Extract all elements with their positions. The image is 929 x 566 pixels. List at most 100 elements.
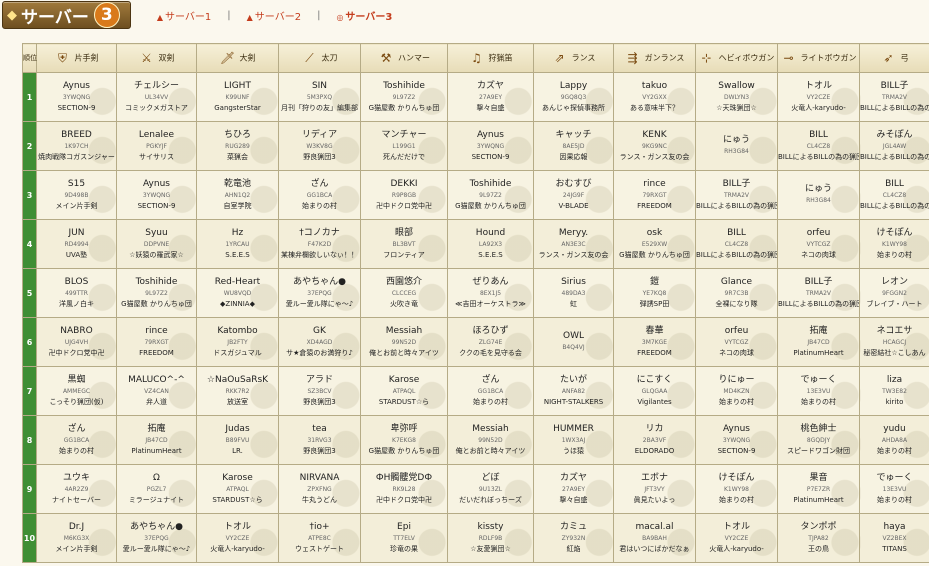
ranking-cell[interactable]: エボナ JFT3VY 眞見たいよっ — [613, 464, 696, 514]
ranking-cell[interactable]: takuo VY2GXX ある意味半下？ — [613, 72, 696, 122]
ranking-cell[interactable]: けそぽん K1WY98 始まりの村 — [695, 464, 778, 514]
ranking-cell[interactable]: ほろひず ZLG74E ククの毛を見守る会 — [447, 317, 534, 367]
ranking-cell[interactable]: KENK 9KG9NC ランス・ガンス友の会 — [613, 121, 696, 171]
ranking-cell[interactable]: ちひろ RUG289 菜猟会 — [196, 121, 279, 171]
ranking-cell[interactable]: Lenalee PGKYJF サイサリス — [116, 121, 197, 171]
ranking-cell[interactable]: BILL子 TRMA2V BILLによるBILLの為の猟団 — [695, 170, 778, 220]
ranking-cell[interactable]: でゅーく 13E3VU 始まりの村 — [777, 366, 860, 416]
ranking-cell[interactable]: キャッチ 8AE5JD 因果応報 — [533, 121, 614, 171]
ranking-cell[interactable]: Karose ATPAQL STARDUST☆ら — [196, 464, 279, 514]
ranking-cell[interactable]: カズヤ 27A9EY 撃々自盛 — [533, 464, 614, 514]
ranking-cell[interactable]: NIRVANA ZPXFNG 牛丸うどん — [278, 464, 361, 514]
ranking-cell[interactable]: トオル VY2CZE 火竜人-karyudo- — [777, 72, 860, 122]
ranking-cell[interactable]: どぼ 9U13ZL だいだれぼっちーズ — [447, 464, 534, 514]
ranking-cell[interactable]: 拓庵 JB47CD PlatinumHeart — [116, 415, 197, 465]
ranking-cell[interactable]: ユウキ 4AR2Z9 ナイトセーバー — [36, 464, 117, 514]
ranking-cell[interactable]: でゅーく 13E3VU 始まりの村 — [859, 464, 929, 514]
ranking-cell[interactable]: Toshihide 9L97Z2 G猫屋敷 かりんちゅ団 — [116, 268, 197, 318]
ranking-cell[interactable]: Aynus 3YWQNG SECTION-9 — [447, 121, 534, 171]
ranking-cell[interactable]: BILL子 TRMA2V BILLによるBILLの為の猟団 — [777, 268, 860, 318]
ranking-cell[interactable]: Hound LA92X3 S.E.E.S — [447, 219, 534, 269]
ranking-cell[interactable]: rince 79RXGT FREEDOM — [116, 317, 197, 367]
ranking-cell[interactable]: リディア W3KV8G 野良猟団3 — [278, 121, 361, 171]
ranking-cell[interactable]: HUMMER 1WX3AJ うほ猿 — [533, 415, 614, 465]
ranking-cell[interactable]: LIGHT K99UNF GangsterStar — [196, 72, 279, 122]
ranking-cell[interactable]: 春華 3M7KGE FREEDOM — [613, 317, 696, 367]
ranking-cell[interactable]: チェルシー UL34VV コミックメガストア — [116, 72, 197, 122]
ranking-cell[interactable]: ☆NaOuSaRsK RKK7R2 放送室 — [196, 366, 279, 416]
ranking-cell[interactable]: ざん GG1BCA 始まりの村 — [278, 170, 361, 220]
ranking-cell[interactable]: ネコエサ HCAGCJ 秘密結社☆こしあん — [859, 317, 929, 367]
ranking-cell[interactable]: †コノカナ F47K2D 某棟弁欄欲しいなぃ！！ — [278, 219, 361, 269]
ranking-cell[interactable]: BILL子 TRMA2V BILLによるBILLの為の猟団 — [859, 72, 929, 122]
ranking-cell[interactable]: ぜりあん 8EX1J5 ≪吉田オーケストラ≫ — [447, 268, 534, 318]
ranking-cell[interactable]: カミュ ZY932N 紅焔 — [533, 513, 614, 563]
ranking-cell[interactable]: あやちゃん● 37EPQG 愛ルー愛ル隊にゃ～♪ — [278, 268, 361, 318]
ranking-cell[interactable]: 桃色紳士 8GQDJY スピードワゴン財団 — [777, 415, 860, 465]
ranking-cell[interactable]: マンチャー L199G1 死んだだけで — [360, 121, 448, 171]
ranking-cell[interactable]: 西園悠介 CLCCEG 火吹き竜 — [360, 268, 448, 318]
ranking-cell[interactable]: †io+ ATPE8C ウェストゲート — [278, 513, 361, 563]
ranking-cell[interactable]: Ω PGZL7 ミラージュナイト — [116, 464, 197, 514]
ranking-cell[interactable]: あやちゃん● 37EPQG 愛ルー愛ル隊にゃ～♪ — [116, 513, 197, 563]
ranking-cell[interactable]: haya VZ2BEX TITANS — [859, 513, 929, 563]
ranking-cell[interactable]: 果音 P7E7ZR PlatinumHeart — [777, 464, 860, 514]
ranking-cell[interactable]: にゅう RH3G84 — [777, 170, 860, 220]
ranking-cell[interactable]: Judas B89FVU LR. — [196, 415, 279, 465]
ranking-cell[interactable]: Epi TT7ELV 珍竜の果 — [360, 513, 448, 563]
ranking-cell[interactable]: トオル VY2CZE 火竜人-karyudo- — [695, 513, 778, 563]
ranking-cell[interactable]: BILL CL4CZ8 BILLによるBILLの為の猟団 — [695, 219, 778, 269]
ranking-cell[interactable]: macal.al BA9BAH 君はいつにばかだなぁ — [613, 513, 696, 563]
ranking-cell[interactable]: orfeu VYTCGZ ネコの肉球 — [777, 219, 860, 269]
ranking-cell[interactable]: Swallow DWLYN3 ☆天珠猟団☆ — [695, 72, 778, 122]
ranking-cell[interactable]: ФH髑髏党DФ RK9L28 卍中ドクロ党中卍 — [360, 464, 448, 514]
ranking-cell[interactable]: Dr.J M6KG3X メイン片手剣 — [36, 513, 117, 563]
ranking-cell[interactable]: Glance 9R7C3B 全裸になり隊 — [695, 268, 778, 318]
ranking-cell[interactable]: にこすく GLQGAA Vigilantes — [613, 366, 696, 416]
ranking-cell[interactable]: Messiah 99N52D 俺とお前と時々アイツ — [447, 415, 534, 465]
ranking-cell[interactable]: たいが ANFA82 NIGHT-STALKERS — [533, 366, 614, 416]
ranking-cell[interactable]: BREED 1K97CH 焼肉戦隊コガスンジャー — [36, 121, 117, 171]
ranking-cell[interactable]: りにゅー MD4KZN 始まりの村 — [695, 366, 778, 416]
ranking-cell[interactable]: GK XD4AGD サ★倉猿のお満狩り♪ — [278, 317, 361, 367]
ranking-cell[interactable]: BLOS 499TTR 洋風ノ白キ — [36, 268, 117, 318]
ranking-cell[interactable]: ざん GG1BCA 始まりの村 — [447, 366, 534, 416]
ranking-cell[interactable]: osk E529XW G猫屋敷 かりんちゅ団 — [613, 219, 696, 269]
ranking-cell[interactable]: ざん GG1BCA 始まりの村 — [36, 415, 117, 465]
ranking-cell[interactable]: NABRO UJG4VH 卍中ドクロ党中卍 — [36, 317, 117, 367]
ranking-cell[interactable]: kissty RDLF9B ☆友愛猟団☆ — [447, 513, 534, 563]
ranking-cell[interactable]: BILL CL4CZ8 BILLによるBILLの為の猟団 — [859, 170, 929, 220]
ranking-cell[interactable]: DEKKI R9P8GB 卍中ドクロ党中卍 — [360, 170, 448, 220]
ranking-cell[interactable]: アラド SZ3BCV 野良猟団3 — [278, 366, 361, 416]
ranking-cell[interactable]: Aynus 3YWQNG SECTION-9 — [116, 170, 197, 220]
ranking-cell[interactable]: SIN 5M3PXQ 月刊「狩りの友」編集部 — [278, 72, 361, 122]
ranking-cell[interactable]: Hz 1YRCAU S.E.E.S — [196, 219, 279, 269]
ranking-cell[interactable]: 鎧 YE7KQ8 弾誘SP田 — [613, 268, 696, 318]
ranking-cell[interactable]: MALUCO^-^ VZ4CAN 弁人道 — [116, 366, 197, 416]
ranking-cell[interactable]: Toshihide 9L97Z2 G猫屋敷 かりんちゅ団 — [360, 72, 448, 122]
ranking-cell[interactable]: Aynus 3YWQNG SECTION-9 — [36, 72, 117, 122]
ranking-cell[interactable]: Sirius 489DA3 虹 — [533, 268, 614, 318]
ranking-cell[interactable]: Lappy 9GQ8Q3 あんじゃ探偵事務所 — [533, 72, 614, 122]
ranking-cell[interactable]: Katombo JB2FTY ドスガジュマル — [196, 317, 279, 367]
ranking-cell[interactable]: yudu AHDA8A 始まりの村 — [859, 415, 929, 465]
ranking-cell[interactable]: 黒蜘 AMMEGC こっそり猟団(仮) — [36, 366, 117, 416]
ranking-cell[interactable]: Red-Heart WU8VQD ◆ZINNIA◆ — [196, 268, 279, 318]
ranking-cell[interactable]: カズヤ 27A9EY 撃々自盛 — [447, 72, 534, 122]
ranking-cell[interactable]: Toshihide 9L97Z2 G猫屋敷 かりんちゅ団 — [447, 170, 534, 220]
ranking-cell[interactable]: tea 31RVG3 野良猟団3 — [278, 415, 361, 465]
ranking-cell[interactable]: レオン 9FGGN2 ブレイブ・ハート — [859, 268, 929, 318]
ranking-cell[interactable]: 乾竜池 AHN1Q2 自室学院 — [196, 170, 279, 220]
ranking-cell[interactable]: OWL B4Q4VJ — [533, 317, 614, 367]
ranking-cell[interactable]: けそぽん K1WY98 始まりの村 — [859, 219, 929, 269]
ranking-cell[interactable]: みそぽん JGL4AW BILLによるBILLの為の猟団 — [859, 121, 929, 171]
ranking-cell[interactable]: Karose ATPAQL STARDUST☆ら — [360, 366, 448, 416]
ranking-cell[interactable]: BILL CL4CZ8 BILLによるBILLの為の猟団 — [777, 121, 860, 171]
ranking-cell[interactable]: rince 79RXGT FREEDOM — [613, 170, 696, 220]
tab-server-2[interactable]: ▲ サーバー2 — [241, 8, 307, 23]
ranking-cell[interactable]: 卑弥呼 K7EKG8 G猫屋敷 かりんちゅ団 — [360, 415, 448, 465]
ranking-cell[interactable]: JUN RD4994 UVA塾 — [36, 219, 117, 269]
ranking-cell[interactable]: S15 9D498B メイン片手剣 — [36, 170, 117, 220]
ranking-cell[interactable]: liza TW3E82 kirito — [859, 366, 929, 416]
ranking-cell[interactable]: 眼部 BL3BVT フロンティア — [360, 219, 448, 269]
